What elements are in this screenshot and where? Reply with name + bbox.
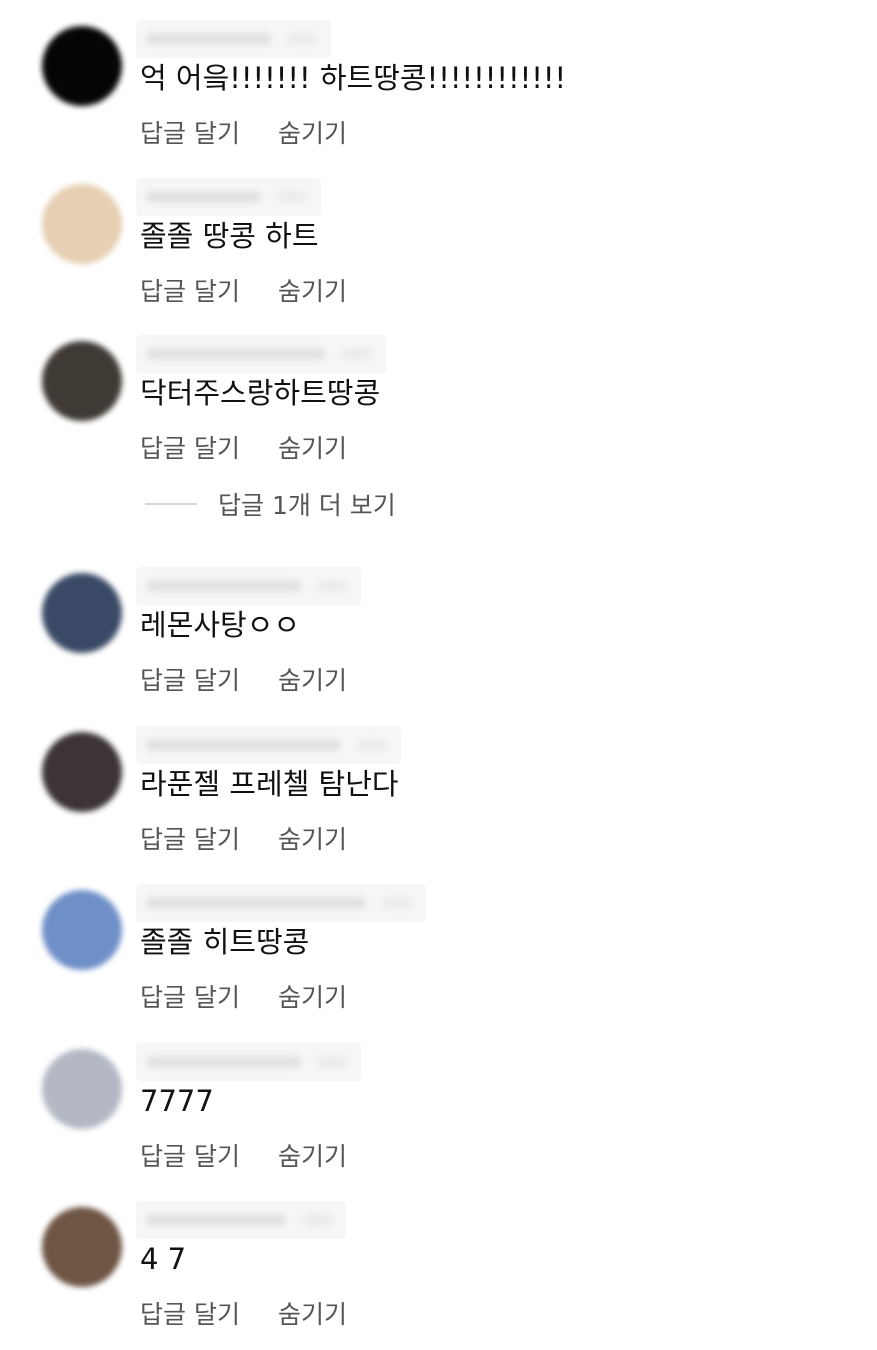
avatar[interactable]	[42, 573, 122, 653]
reply-button[interactable]: 답글 달기	[140, 820, 240, 856]
reply-button[interactable]: 답글 달기	[140, 114, 240, 150]
comment-text: 7777	[140, 1084, 214, 1118]
hide-button[interactable]: 숨기기	[278, 1137, 347, 1173]
hide-button[interactable]: 숨기기	[278, 820, 347, 856]
view-more-replies-button[interactable]: 답글 1개 더 보기	[145, 486, 396, 522]
comment-actions: 답글 달기 숨기기	[140, 1295, 347, 1331]
username-blurred[interactable]	[136, 335, 386, 373]
comment-actions: 답글 달기 숨기기	[140, 661, 347, 697]
view-more-replies-label: 답글 1개 더 보기	[218, 491, 396, 520]
avatar[interactable]	[42, 1207, 122, 1287]
comment-actions: 답글 달기 숨기기	[140, 978, 347, 1014]
avatar[interactable]	[42, 1049, 122, 1129]
reply-button[interactable]: 답글 달기	[140, 1295, 240, 1331]
comment-item: 7777 답글 달기 숨기기	[0, 1023, 877, 1173]
comment-text: 억 어읔!!!!!!! 하트땅콩!!!!!!!!!!!!	[140, 61, 567, 95]
reply-button[interactable]: 답글 달기	[140, 429, 240, 465]
comment-text: 졸졸 땅콩 하트	[140, 219, 319, 253]
avatar[interactable]	[42, 890, 122, 970]
comment-actions: 답글 달기 숨기기	[140, 429, 347, 465]
comment-actions: 답글 달기 숨기기	[140, 820, 347, 856]
comment-item: 졸졸 땅콩 하트답글 달기 숨기기	[0, 158, 877, 308]
comment-item: 4 7 답글 달기 숨기기	[0, 1181, 877, 1331]
comment-actions: 답글 달기 숨기기	[140, 114, 347, 150]
hide-button[interactable]: 숨기기	[278, 1295, 347, 1331]
hide-button[interactable]: 숨기기	[278, 272, 347, 308]
reply-button[interactable]: 답글 달기	[140, 661, 240, 697]
comment-item: 억 어읔!!!!!!! 하트땅콩!!!!!!!!!!!! 답글 달기 숨기기	[0, 0, 877, 150]
reply-button[interactable]: 답글 달기	[140, 1137, 240, 1173]
comment-text: 졸졸 히트땅콩	[140, 925, 310, 959]
avatar[interactable]	[42, 184, 122, 264]
avatar[interactable]	[42, 26, 122, 106]
divider-line	[145, 503, 197, 505]
reply-button[interactable]: 답글 달기	[140, 272, 240, 308]
comment-actions: 답글 달기 숨기기	[140, 272, 347, 308]
username-blurred[interactable]	[136, 1201, 346, 1239]
comment-text: 4 7	[140, 1242, 187, 1276]
comment-list: 억 어읔!!!!!!! 하트땅콩!!!!!!!!!!!! 답글 달기 숨기기 졸졸 땅…	[0, 0, 877, 1350]
hide-button[interactable]: 숨기기	[278, 661, 347, 697]
username-blurred[interactable]	[136, 567, 361, 605]
username-blurred[interactable]	[136, 1043, 361, 1081]
comment-text: 레몬사탕ㅇㅇ	[140, 608, 301, 642]
username-blurred[interactable]	[136, 178, 321, 216]
comment-text: 닥터주스랑하트땅콩	[140, 376, 381, 410]
comment-text: 라푼젤 프레첼 탐난다	[140, 767, 399, 801]
comment-item: 졸졸 히트땅콩답글 달기 숨기기	[0, 864, 877, 1014]
username-blurred[interactable]	[136, 884, 426, 922]
comment-actions: 답글 달기 숨기기	[140, 1137, 347, 1173]
hide-button[interactable]: 숨기기	[278, 114, 347, 150]
comment-item: 라푼젤 프레첼 탐난다답글 달기 숨기기	[0, 706, 877, 856]
username-blurred[interactable]	[136, 20, 331, 58]
reply-button[interactable]: 답글 달기	[140, 978, 240, 1014]
hide-button[interactable]: 숨기기	[278, 429, 347, 465]
username-blurred[interactable]	[136, 726, 401, 764]
comment-item: 닥터주스랑하트땅콩답글 달기 숨기기	[0, 315, 877, 465]
comment-item: 레몬사탕ㅇㅇ 답글 달기 숨기기	[0, 547, 877, 697]
avatar[interactable]	[42, 341, 122, 421]
avatar[interactable]	[42, 732, 122, 812]
hide-button[interactable]: 숨기기	[278, 978, 347, 1014]
